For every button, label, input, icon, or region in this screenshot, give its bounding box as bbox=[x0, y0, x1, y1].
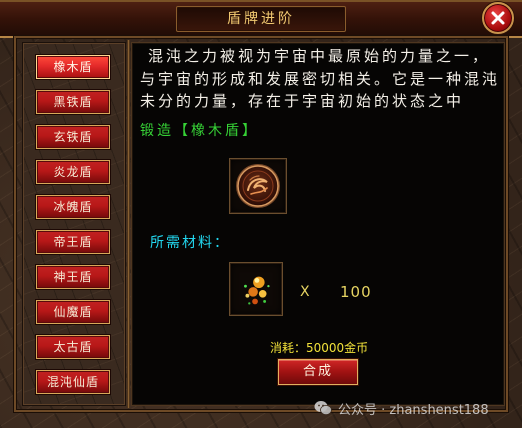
window-title: 盾牌进阶 bbox=[227, 11, 295, 27]
material-quantity: 100 bbox=[340, 283, 372, 301]
shield-item-black-iron[interactable]: 黑铁盾 bbox=[36, 90, 110, 114]
description-line: 混沌之力被视为宇宙中最原始的力量之一， bbox=[148, 47, 491, 65]
shield-item-oak[interactable]: 橡木盾 bbox=[36, 55, 110, 79]
shield-item-ice-soul[interactable]: 冰魄盾 bbox=[36, 195, 110, 219]
watermark-text: 公众号 · zhanshenst188 bbox=[338, 402, 489, 418]
title-bar: 盾牌进阶 bbox=[0, 0, 522, 38]
required-materials-label: 所需材料： bbox=[150, 235, 230, 251]
result-item-slot[interactable] bbox=[229, 158, 287, 214]
material-multiplier: X bbox=[300, 284, 310, 300]
detail-panel: 混沌之力被视为宇宙中最原始的力量之一， 与宇宙的形成和发展密切相关。它是一种混沌… bbox=[131, 42, 505, 406]
shield-item-emperor[interactable]: 帝王盾 bbox=[36, 230, 110, 254]
panel-divider bbox=[127, 40, 130, 408]
shield-item-dark-iron[interactable]: 玄铁盾 bbox=[36, 125, 110, 149]
forge-target-label: 锻造【橡木盾】 bbox=[140, 123, 259, 139]
shield-item-god-king[interactable]: 神王盾 bbox=[36, 265, 110, 289]
close-button[interactable] bbox=[482, 2, 514, 34]
close-icon bbox=[491, 11, 505, 25]
gold-cost-label: 消耗：50000金币 bbox=[270, 341, 369, 355]
shield-item-flame-dragon[interactable]: 炎龙盾 bbox=[36, 160, 110, 184]
golden-ore-icon bbox=[244, 276, 270, 305]
wechat-icon bbox=[314, 401, 332, 415]
round-shield-icon bbox=[236, 164, 280, 208]
shield-list: 橡木盾 黑铁盾 玄铁盾 炎龙盾 冰魄盾 帝王盾 神王盾 仙魔盾 太古盾 混沌仙盾 bbox=[36, 55, 110, 394]
shield-item-ancient[interactable]: 太古盾 bbox=[36, 335, 110, 359]
watermark: 公众号 · zhanshenst188 bbox=[314, 398, 489, 418]
shield-list-panel: 橡木盾 黑铁盾 玄铁盾 炎龙盾 冰魄盾 帝王盾 神王盾 仙魔盾 太古盾 混沌仙盾 bbox=[22, 42, 126, 406]
description-line: 与宇宙的形成和发展密切相关。它是一种混沌 bbox=[140, 70, 501, 88]
craft-button[interactable]: 合成 bbox=[278, 359, 358, 385]
material-slot[interactable] bbox=[229, 262, 283, 316]
shield-item-chaos-immortal[interactable]: 混沌仙盾 bbox=[36, 370, 110, 394]
description-line: 未分的力量，存在于宇宙初始的状态之中 bbox=[140, 92, 465, 110]
shield-item-immortal-demon[interactable]: 仙魔盾 bbox=[36, 300, 110, 324]
